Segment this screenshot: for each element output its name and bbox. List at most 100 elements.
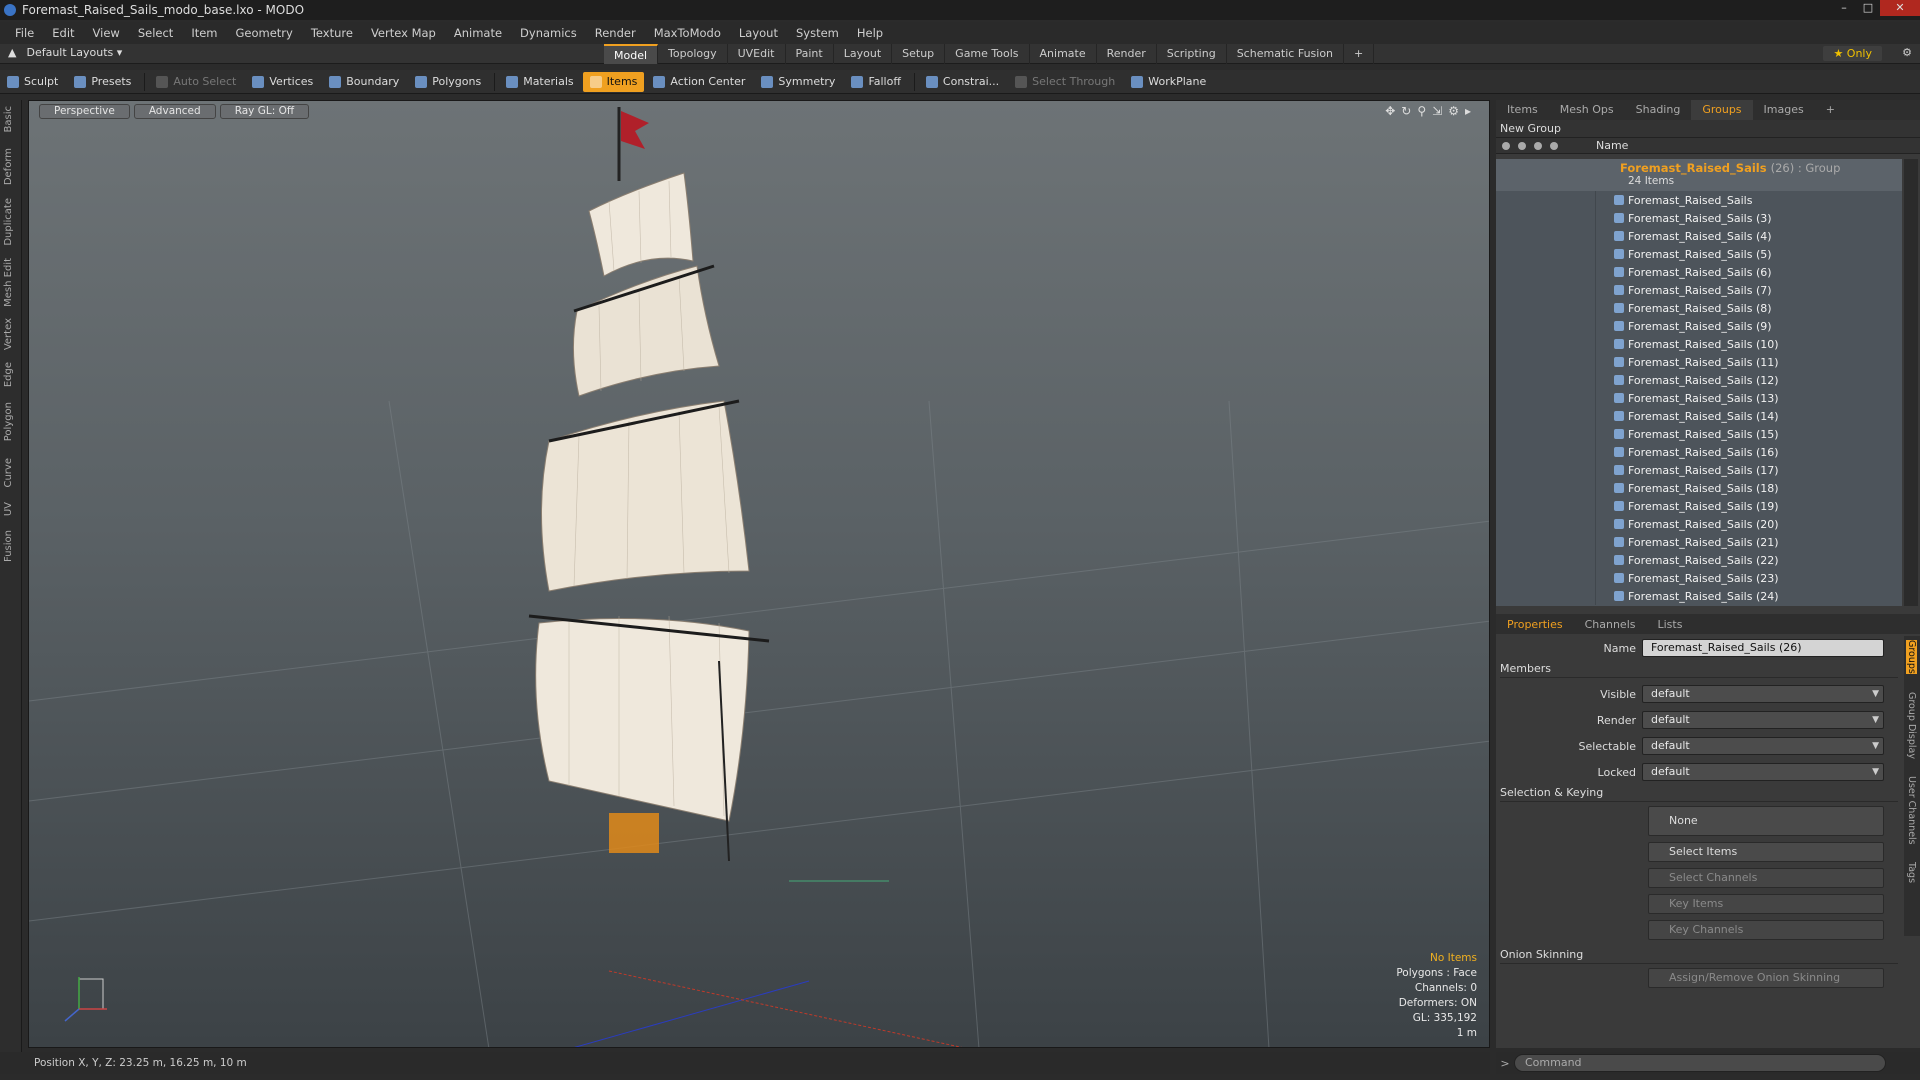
side-tab-group-display[interactable]: Group Display <box>1906 692 1917 759</box>
render-icon[interactable] <box>1518 141 1526 150</box>
key-channels-button[interactable]: Key Channels <box>1648 920 1884 940</box>
list-item[interactable]: Foremast_Raised_Sails (11) <box>1496 353 1902 371</box>
select-through-button[interactable]: Select Through <box>1008 72 1122 92</box>
list-item[interactable]: Foremast_Raised_Sails (14) <box>1496 407 1902 425</box>
none-button[interactable]: None <box>1648 806 1884 836</box>
visible-dropdown[interactable]: default ▼ <box>1642 685 1884 703</box>
strip-tab-mesh-edit[interactable]: Mesh Edit <box>3 258 14 307</box>
expand-icon[interactable]: ▸ <box>1465 104 1471 118</box>
groups-scrollbar[interactable] <box>1904 159 1918 606</box>
strip-tab-curve[interactable]: Curve <box>3 458 14 488</box>
menu-select[interactable]: Select <box>138 26 173 40</box>
boundary-button[interactable]: Boundary <box>322 72 406 92</box>
command-input[interactable]: Command <box>1514 1054 1886 1072</box>
tab-lists[interactable]: Lists <box>1647 618 1694 631</box>
select-items-button[interactable]: Select Items <box>1648 842 1884 862</box>
tab-layout[interactable]: Layout <box>834 44 893 64</box>
list-item[interactable]: Foremast_Raised_Sails (23) <box>1496 569 1902 587</box>
auto-select-button[interactable]: Auto Select <box>149 72 243 92</box>
vertices-button[interactable]: Vertices <box>245 72 320 92</box>
tab-channels[interactable]: Channels <box>1574 618 1647 631</box>
render-dropdown[interactable]: default ▼ <box>1642 711 1884 729</box>
tab-properties[interactable]: Properties <box>1496 618 1574 631</box>
falloff-button[interactable]: Falloff <box>844 72 907 92</box>
strip-tab-polygon[interactable]: Polygon <box>3 402 14 441</box>
tab-uvedit[interactable]: UVEdit <box>728 44 786 64</box>
menu-edit[interactable]: Edit <box>52 26 74 40</box>
list-item[interactable]: Foremast_Raised_Sails (15) <box>1496 425 1902 443</box>
tab-setup[interactable]: Setup <box>892 44 946 64</box>
tab-model[interactable]: Model <box>604 44 659 64</box>
new-group-button[interactable]: New Group <box>1496 120 1920 138</box>
menu-layout[interactable]: Layout <box>739 26 778 40</box>
ray-gl-toggle[interactable]: Ray GL: Off <box>219 104 310 119</box>
tab-mesh-ops[interactable]: Mesh Ops <box>1549 100 1625 120</box>
column-name[interactable]: Name <box>1596 139 1628 152</box>
list-item[interactable]: Foremast_Raised_Sails (18) <box>1496 479 1902 497</box>
close-button[interactable]: ✕ <box>1880 0 1920 16</box>
select-icon[interactable] <box>1550 141 1558 150</box>
side-tab-groups[interactable]: Groups <box>1906 640 1917 674</box>
selectable-dropdown[interactable]: default ▼ <box>1642 737 1884 755</box>
list-item[interactable]: Foremast_Raised_Sails (9) <box>1496 317 1902 335</box>
strip-tab-uv[interactable]: UV <box>3 502 14 516</box>
symmetry-button[interactable]: Symmetry <box>754 72 842 92</box>
presets-button[interactable]: Presets <box>67 72 138 92</box>
list-item[interactable]: Foremast_Raised_Sails (6) <box>1496 263 1902 281</box>
menu-item[interactable]: Item <box>191 26 217 40</box>
assign-onion-skinning-button[interactable]: Assign/Remove Onion Skinning <box>1648 968 1884 988</box>
list-item[interactable]: Foremast_Raised_Sails (12) <box>1496 371 1902 389</box>
menu-file[interactable]: File <box>15 26 34 40</box>
only-button[interactable]: ★ Only <box>1823 46 1882 61</box>
minimize-button[interactable]: – <box>1832 0 1856 16</box>
locked-dropdown[interactable]: default ▼ <box>1642 763 1884 781</box>
list-item[interactable]: Foremast_Raised_Sails (21) <box>1496 533 1902 551</box>
tab-schematic-fusion[interactable]: Schematic Fusion <box>1227 44 1345 64</box>
tab-render[interactable]: Render <box>1097 44 1157 64</box>
list-item[interactable]: Foremast_Raised_Sails (16) <box>1496 443 1902 461</box>
tab-game-tools[interactable]: Game Tools <box>945 44 1030 64</box>
group-row[interactable]: Foremast_Raised_Sails (26) : Group 24 It… <box>1496 159 1902 191</box>
tab-shading[interactable]: Shading <box>1625 100 1692 120</box>
fit-icon[interactable]: ⇲ <box>1432 104 1442 118</box>
sculpt-button[interactable]: Sculpt <box>0 72 65 92</box>
list-item[interactable]: Foremast_Raised_Sails (8) <box>1496 299 1902 317</box>
list-item[interactable]: Foremast_Raised_Sails (4) <box>1496 227 1902 245</box>
menu-maxtomodo[interactable]: MaxToModo <box>654 26 721 40</box>
selection-keying-section[interactable]: Selection & Keying <box>1500 786 1898 802</box>
constraints-button[interactable]: Constrai... <box>919 72 1006 92</box>
tab-groups[interactable]: Groups <box>1691 100 1753 120</box>
view-perspective-button[interactable]: Perspective <box>39 104 130 119</box>
strip-tab-fusion[interactable]: Fusion <box>3 530 14 562</box>
strip-tab-basic[interactable]: Basic <box>3 106 14 132</box>
tab-paint[interactable]: Paint <box>786 44 834 64</box>
items-button[interactable]: Items <box>582 71 645 92</box>
list-item[interactable]: Foremast_Raised_Sails (10) <box>1496 335 1902 353</box>
menu-animate[interactable]: Animate <box>454 26 502 40</box>
select-channels-button[interactable]: Select Channels <box>1648 868 1884 888</box>
add-panel-tab-icon[interactable]: + <box>1815 100 1846 120</box>
menu-dynamics[interactable]: Dynamics <box>520 26 577 40</box>
action-center-button[interactable]: Action Center <box>646 72 752 92</box>
key-items-button[interactable]: Key Items <box>1648 894 1884 914</box>
menu-geometry[interactable]: Geometry <box>236 26 293 40</box>
eye-icon[interactable] <box>1502 141 1510 150</box>
maximize-button[interactable]: □ <box>1856 0 1880 16</box>
strip-tab-edge[interactable]: Edge <box>3 362 14 387</box>
members-section[interactable]: Members <box>1500 662 1898 678</box>
pan-icon[interactable]: ✥ <box>1385 104 1395 118</box>
menu-system[interactable]: System <box>796 26 839 40</box>
tab-topology[interactable]: Topology <box>658 44 728 64</box>
view-advanced-button[interactable]: Advanced <box>133 104 216 119</box>
list-item[interactable]: Foremast_Raised_Sails (3) <box>1496 209 1902 227</box>
zoom-icon[interactable]: ⚲ <box>1417 104 1426 118</box>
list-item[interactable]: Foremast_Raised_Sails (19) <box>1496 497 1902 515</box>
side-tab-user-channels[interactable]: User Channels <box>1906 776 1917 845</box>
menu-vertex-map[interactable]: Vertex Map <box>371 26 436 40</box>
tab-items[interactable]: Items <box>1496 100 1549 120</box>
list-item[interactable]: Foremast_Raised_Sails (20) <box>1496 515 1902 533</box>
tab-animate[interactable]: Animate <box>1030 44 1097 64</box>
menu-texture[interactable]: Texture <box>311 26 353 40</box>
list-item[interactable]: Foremast_Raised_Sails (7) <box>1496 281 1902 299</box>
add-tab-icon[interactable]: + <box>1344 44 1375 64</box>
